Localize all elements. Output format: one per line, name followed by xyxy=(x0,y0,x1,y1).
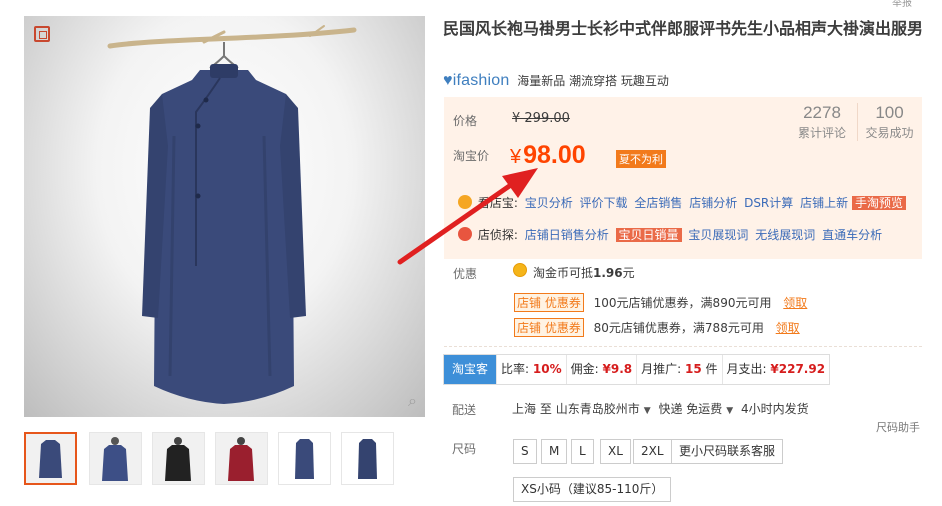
caret-down-icon: ▼ xyxy=(643,406,651,416)
tool-link[interactable]: 店铺上新 xyxy=(800,196,848,210)
size-option-s[interactable]: S xyxy=(513,439,537,464)
brand-bar[interactable]: ♥ifashion 海量新品 潮流穿搭 玩趣互动 xyxy=(443,72,669,92)
original-price: ¥ 299.00 xyxy=(512,111,570,126)
mobile-preview-button[interactable]: 手淘预览 xyxy=(851,196,906,210)
tool-link[interactable]: DSR计算 xyxy=(744,196,793,210)
product-title: 民国风长袍马褂男士长衫中式伴郎服评书先生小品相声大褂演出服男 xyxy=(443,19,924,38)
thumbnail[interactable] xyxy=(341,432,394,485)
report-link[interactable]: 举报 xyxy=(892,0,912,9)
claim-coupon-link[interactable]: 领取 xyxy=(776,321,800,335)
thumbnail[interactable] xyxy=(24,432,77,485)
size-option-xl[interactable]: XL xyxy=(600,439,631,464)
coupon-text: 80元店铺优惠券，满788元可用 xyxy=(593,321,764,335)
coupon-row: 店铺 优惠券 100元店铺优惠券，满890元可用 领取 xyxy=(514,293,807,312)
price-label: 价格 xyxy=(453,114,478,128)
tool-link[interactable]: 店铺分析 xyxy=(689,196,737,210)
main-product-image[interactable]: ⌕ xyxy=(24,16,425,417)
tool-link[interactable]: 宝贝展现词 xyxy=(688,228,748,242)
taoke-title[interactable]: 淘宝客 xyxy=(444,355,498,384)
claim-coupon-link[interactable]: 领取 xyxy=(783,296,807,310)
tool-link[interactable]: 评价下载 xyxy=(580,196,628,210)
thumbnail[interactable] xyxy=(215,432,268,485)
tool-link[interactable]: 直通车分析 xyxy=(822,228,882,242)
ship-to-word: 至 xyxy=(539,402,552,416)
thumbnail[interactable] xyxy=(152,432,205,485)
size-option-l[interactable]: L xyxy=(571,439,594,464)
coupon-section: 优惠 淘金币可抵1.96元 店铺 优惠券 100元店铺优惠券，满890元可用 领… xyxy=(444,259,922,347)
caret-down-icon: ▼ xyxy=(726,406,734,416)
coupon-text: 100元店铺优惠券，满890元可用 xyxy=(593,296,772,310)
ifashion-logo: ♥ifashion xyxy=(443,72,510,89)
size-option-contact[interactable]: 更小尺码联系客服 xyxy=(671,439,784,464)
coupon-row: 店铺 优惠券 80元店铺优惠券，满788元可用 领取 xyxy=(514,318,800,337)
size-option-2xl[interactable]: 2XL xyxy=(633,439,672,464)
shipping-label: 配送 xyxy=(452,403,477,417)
size-option-xs[interactable]: XS小码（建议85-110斤） xyxy=(513,477,672,502)
annotation-arrow xyxy=(397,168,538,265)
ship-from: 上海 xyxy=(512,402,537,416)
tool-link[interactable]: 无线展现词 xyxy=(755,228,815,242)
tool-link[interactable]: 全店销售 xyxy=(634,196,682,210)
size-helper-link[interactable]: 尺码助手 xyxy=(876,419,920,435)
taoke-rate: 比率: 10% xyxy=(497,355,567,384)
taoke-bar: 淘宝客 比率: 10% 佣金: ¥9.8 月推广: 15 件 月支出: ¥227… xyxy=(443,354,831,385)
taoke-monthly-spend: 月支出: ¥227.92 xyxy=(726,362,826,376)
size-label: 尺码 xyxy=(452,442,477,456)
taoke-monthly-promo: 月推广: 15 件 xyxy=(637,355,723,384)
sales-count: 100 交易成功 xyxy=(857,103,921,141)
size-option-m[interactable]: M xyxy=(541,439,568,464)
thumbnail[interactable] xyxy=(89,432,142,485)
brand-slogan: 海量新品 潮流穿搭 玩趣互动 xyxy=(517,74,669,88)
magnifier-icon[interactable]: ⌕ xyxy=(408,391,417,411)
ship-to-select[interactable]: 山东青岛胶州市 ▼ xyxy=(556,402,655,416)
ship-method-select[interactable]: 快递 免运费 ▼ xyxy=(658,402,737,416)
promo-badge: 夏不为利 xyxy=(616,150,666,168)
taoke-commission: 佣金: ¥9.8 xyxy=(567,355,638,384)
coupon-tag: 店铺 优惠券 xyxy=(514,318,584,337)
coupon-tag: 店铺 优惠券 xyxy=(514,293,584,312)
thumbnail[interactable] xyxy=(278,432,331,485)
seal-icon xyxy=(34,26,50,42)
review-count[interactable]: 2278 累计评论 xyxy=(794,103,850,141)
robe-illustration xyxy=(107,25,357,404)
shipping-row: 上海 至 山东青岛胶州市 ▼ 快递 免运费 ▼ 4小时内发货 xyxy=(512,400,809,417)
daily-sales-button[interactable]: 宝贝日销量 xyxy=(615,228,682,242)
delivery-time: 4小时内发货 xyxy=(741,402,809,416)
